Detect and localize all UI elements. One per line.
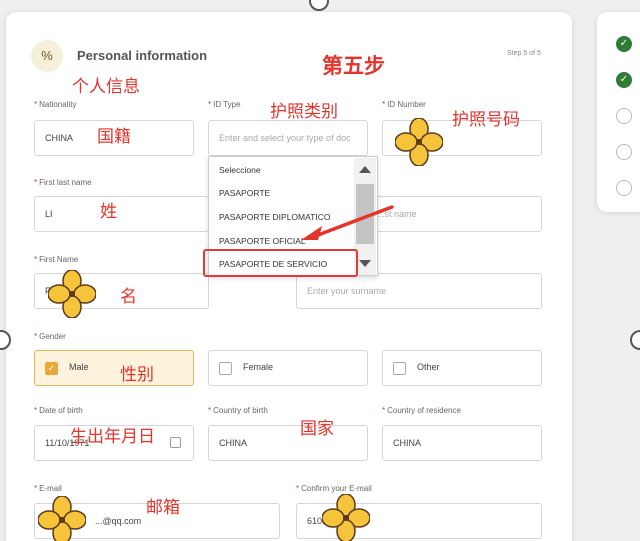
annotation-dob: 生出年月日: [70, 427, 155, 447]
annotation-given-name: 名: [120, 287, 137, 307]
annotation-gender: 性别: [120, 365, 154, 385]
annotation-nationality: 国籍: [97, 127, 131, 147]
flower-sticker-icon: [395, 118, 443, 166]
annotation-step: 第五步: [322, 54, 385, 78]
flower-sticker-icon: [322, 494, 370, 541]
annotation-id-number: 护照号码: [452, 110, 520, 130]
annotation-id-type: 护照类别: [270, 102, 338, 122]
flower-sticker-icon: [48, 270, 96, 318]
annotation-email: 邮箱: [146, 498, 180, 518]
annotation-surname: 姓: [100, 202, 117, 222]
flower-sticker-icon: [38, 496, 86, 541]
annotation-country: 国家: [300, 419, 334, 439]
annotation-personal-info: 个人信息: [72, 77, 140, 97]
